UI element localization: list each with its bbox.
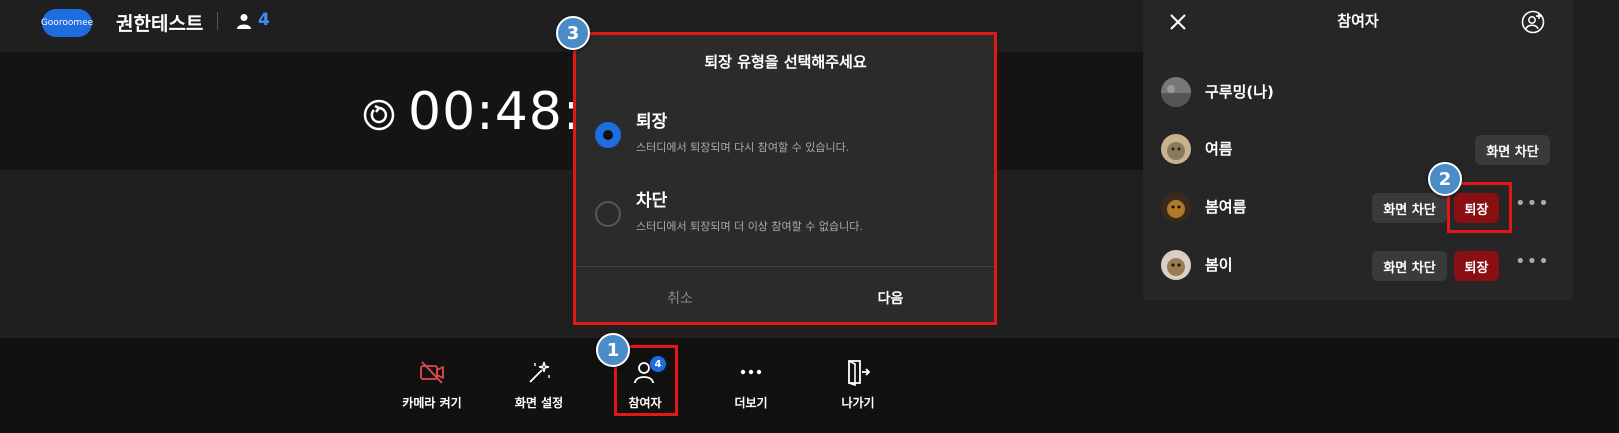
participant-row: 구루밍(나) bbox=[1143, 73, 1573, 113]
screen-block-button[interactable]: 화면 차단 bbox=[1372, 251, 1447, 281]
title-divider bbox=[217, 12, 218, 30]
camera-off-icon bbox=[420, 361, 444, 384]
step-marker-3: 3 bbox=[556, 16, 590, 50]
participant-row: 봄이 화면 차단 퇴장 ••• bbox=[1143, 246, 1573, 286]
participant-name: 봄여름 bbox=[1205, 198, 1247, 216]
magic-wand-icon bbox=[529, 361, 550, 383]
more-dots-icon bbox=[740, 369, 762, 375]
more-options-icon[interactable]: ••• bbox=[1515, 251, 1550, 272]
more-button[interactable]: 더보기 bbox=[706, 350, 796, 420]
camera-toggle-button[interactable]: 카메라 켜기 bbox=[387, 350, 477, 420]
step-marker-1: 1 bbox=[596, 333, 630, 367]
add-user-icon[interactable] bbox=[1521, 10, 1545, 34]
bottom-toolbar bbox=[0, 338, 1619, 433]
participants-panel: 참여자 구루밍(나) 여름 화면 차단 봄여름 화면 차단 퇴장 ••• 봄이 … bbox=[1143, 0, 1573, 300]
avatar bbox=[1161, 134, 1191, 164]
user-count: 4 bbox=[258, 10, 270, 30]
app-logo: Gooroomee bbox=[41, 9, 93, 37]
room-title: 권한테스트 bbox=[116, 13, 204, 35]
participant-name: 봄이 bbox=[1205, 256, 1233, 274]
avatar bbox=[1161, 250, 1191, 280]
timer-reset-icon[interactable] bbox=[362, 98, 396, 132]
exit-button[interactable]: 나가기 bbox=[813, 350, 903, 420]
screen-settings-label: 화면 설정 bbox=[514, 396, 564, 410]
exit-label: 나가기 bbox=[841, 396, 875, 410]
panel-title: 참여자 bbox=[1337, 12, 1379, 30]
more-options-icon[interactable]: ••• bbox=[1515, 193, 1550, 214]
avatar bbox=[1161, 77, 1191, 107]
app-root: Gooroomee 권한테스트 4 00:48:4 카메라 켜기 화면 설정 4… bbox=[0, 0, 1619, 433]
screen-settings-button[interactable]: 화면 설정 bbox=[494, 350, 584, 420]
avatar bbox=[1161, 192, 1191, 222]
screen-block-button[interactable]: 화면 차단 bbox=[1475, 135, 1550, 165]
participant-name: 구루밍(나) bbox=[1205, 83, 1274, 101]
highlight-box-dialog bbox=[573, 32, 997, 325]
participant-name: 여름 bbox=[1205, 140, 1233, 158]
kick-button[interactable]: 퇴장 bbox=[1454, 251, 1499, 281]
participant-row: 여름 화면 차단 bbox=[1143, 130, 1573, 170]
step-marker-2: 2 bbox=[1428, 162, 1462, 196]
user-icon bbox=[237, 14, 251, 29]
screen-block-button[interactable]: 화면 차단 bbox=[1372, 193, 1447, 223]
camera-toggle-label: 카메라 켜기 bbox=[402, 396, 462, 410]
more-label: 더보기 bbox=[734, 396, 768, 410]
exit-door-icon bbox=[848, 360, 871, 386]
